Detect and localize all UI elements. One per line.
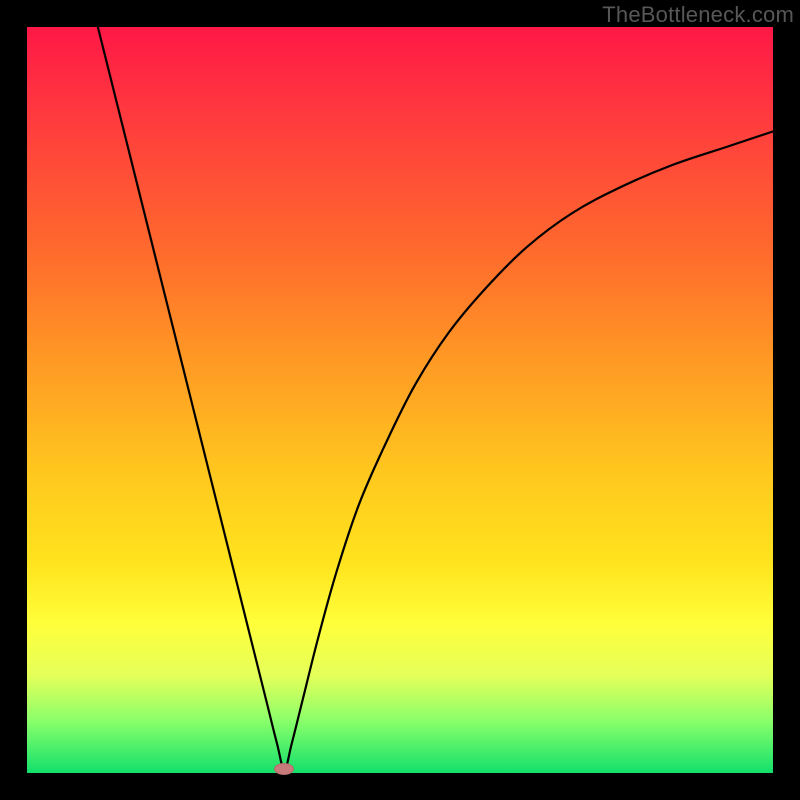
gradient-plot-area <box>27 27 773 773</box>
chart-frame: TheBottleneck.com <box>0 0 800 800</box>
minimum-marker <box>274 763 294 775</box>
watermark-text: TheBottleneck.com <box>602 2 794 28</box>
